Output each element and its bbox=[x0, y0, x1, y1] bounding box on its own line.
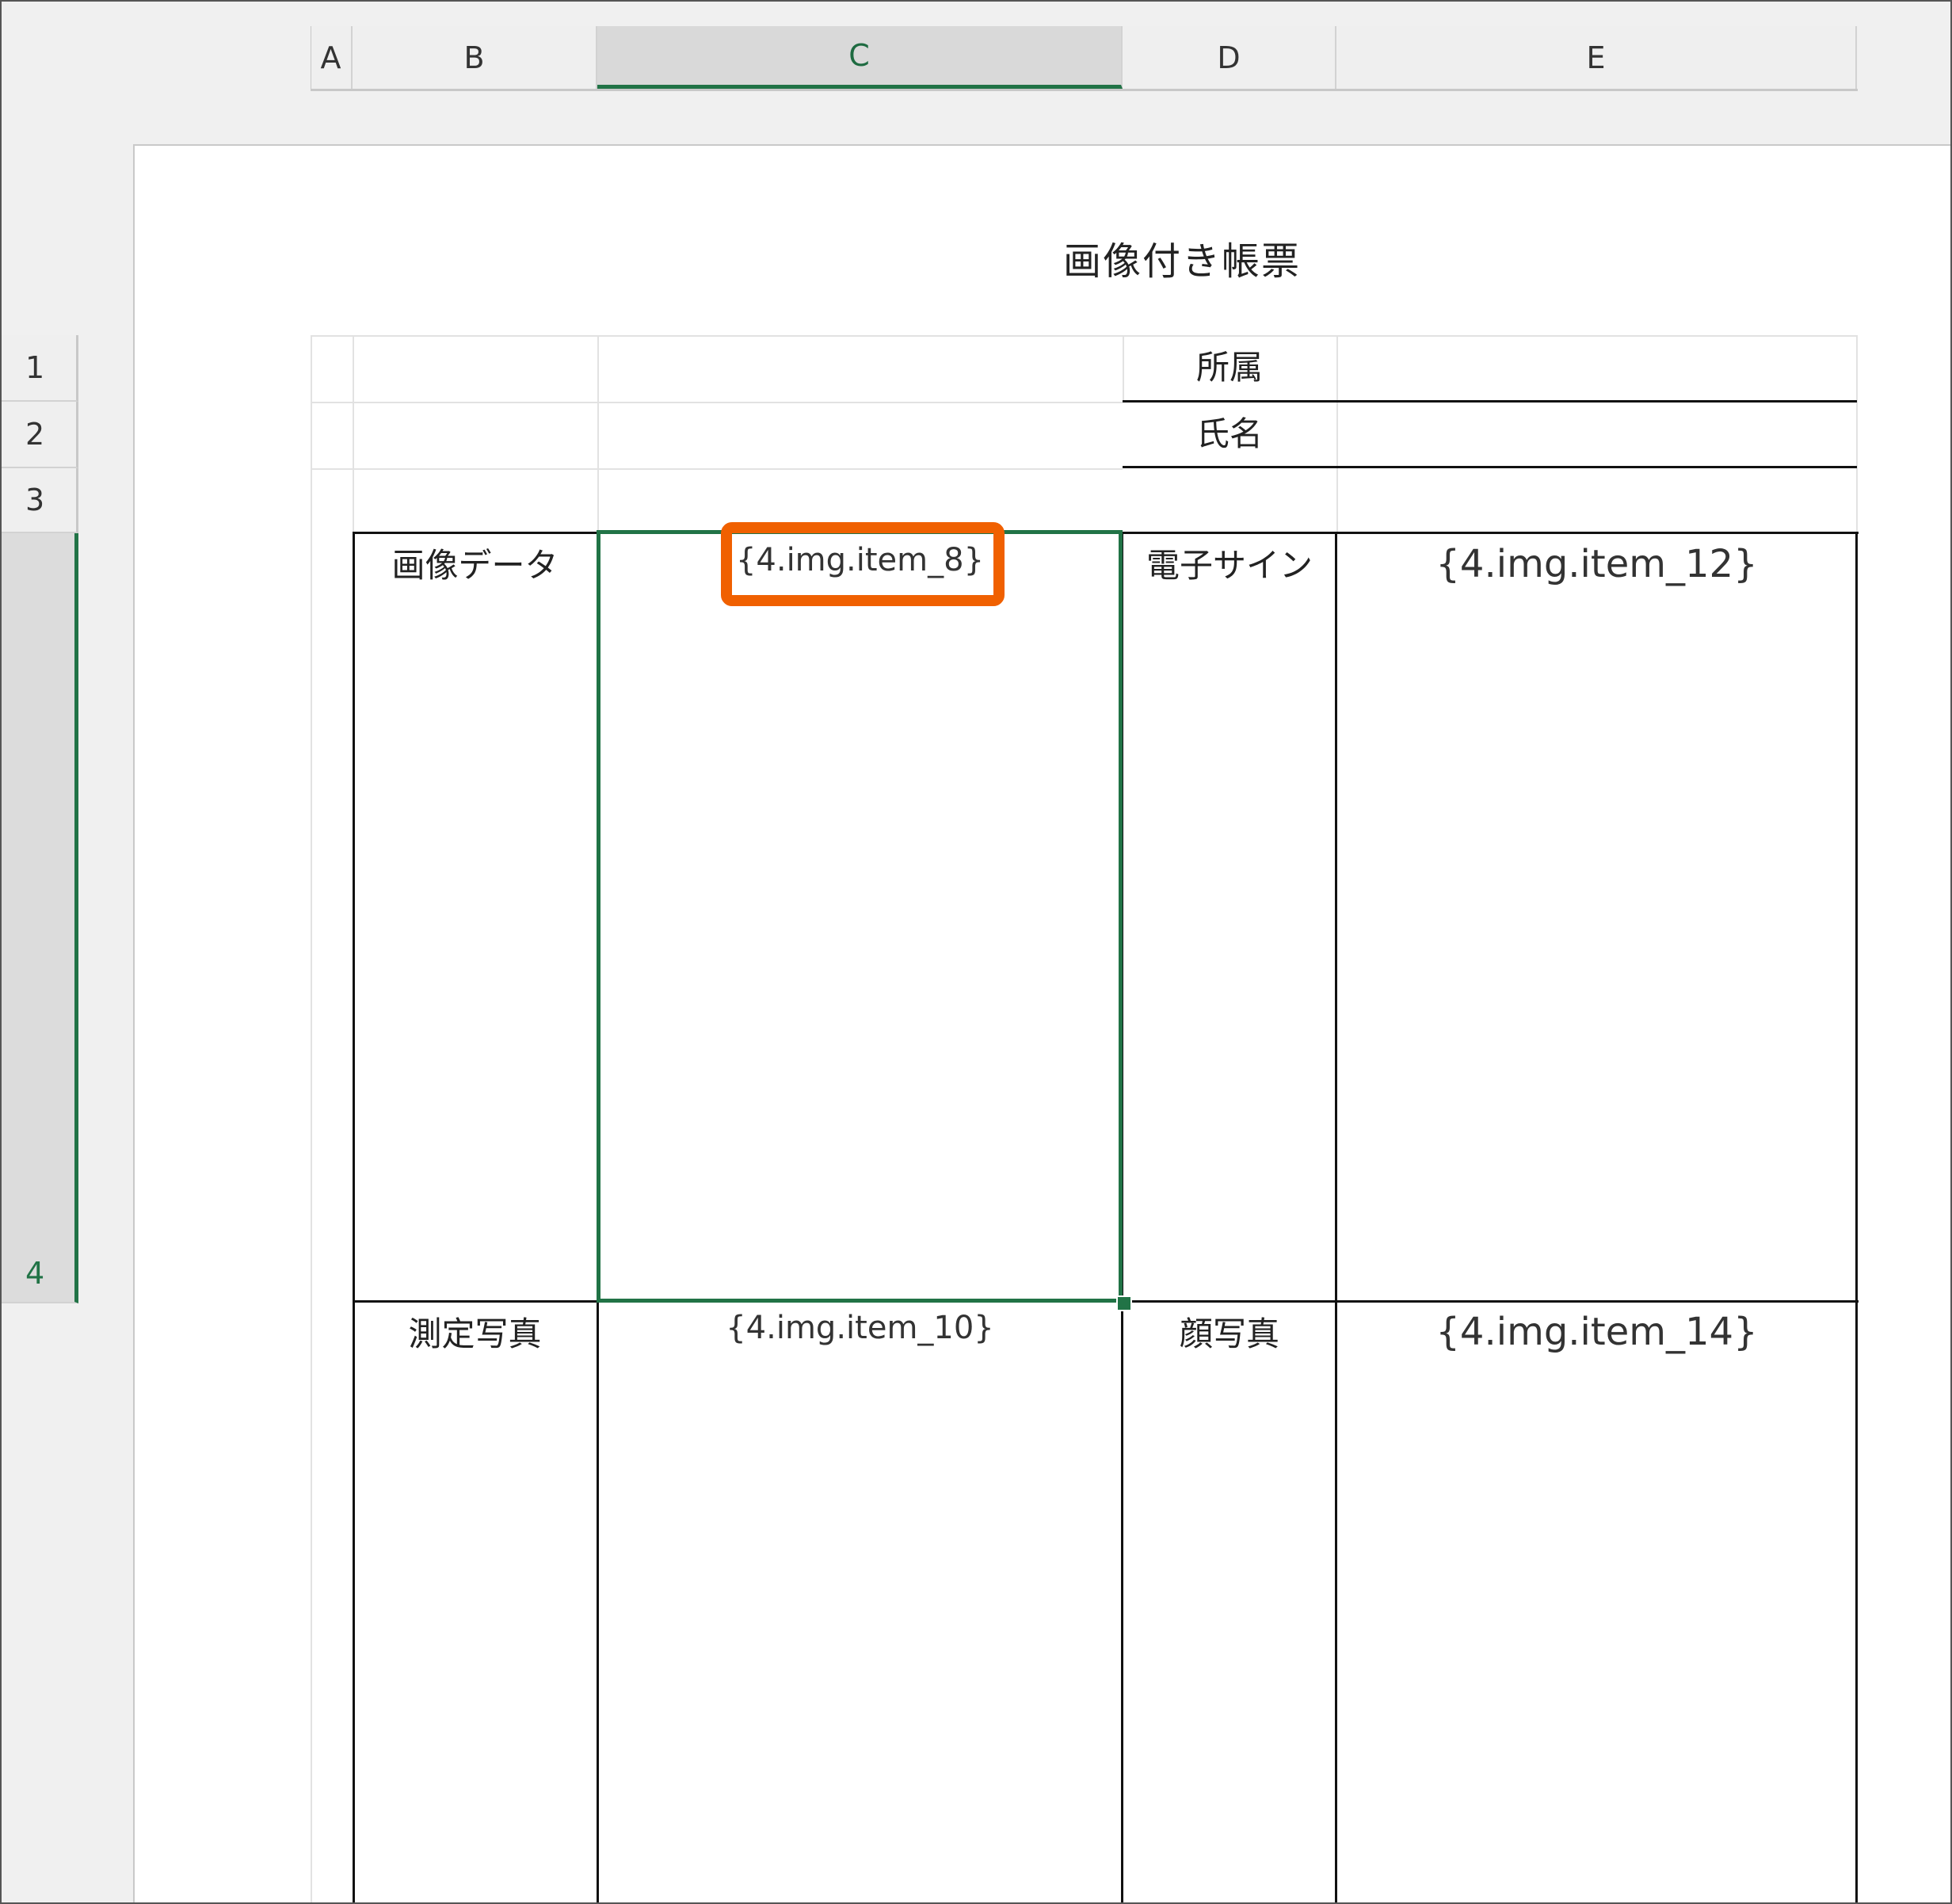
column-header-b[interactable]: B bbox=[353, 26, 597, 89]
row-header-3-label: 3 bbox=[25, 483, 45, 517]
table-border-right bbox=[1855, 532, 1858, 1902]
row-header-1-label: 1 bbox=[25, 350, 45, 385]
column-header-d-label: D bbox=[1217, 40, 1241, 75]
cell-b5-measure-photo-label[interactable]: 測定写真 bbox=[353, 1307, 597, 1356]
fill-handle[interactable] bbox=[1116, 1295, 1132, 1311]
cell-d2-name-label[interactable]: 氏名 bbox=[1123, 407, 1336, 456]
callout-highlight-box bbox=[721, 522, 1005, 606]
gridline bbox=[311, 402, 1123, 403]
gridline bbox=[1856, 335, 1858, 533]
cell-b4-image-data-label[interactable]: 画像データ bbox=[353, 539, 597, 587]
column-header-d[interactable]: D bbox=[1123, 26, 1336, 89]
row-header-2[interactable]: 2 bbox=[2, 402, 78, 468]
column-header-b-label: B bbox=[463, 40, 485, 75]
cell-d1-affiliation-label[interactable]: 所属 bbox=[1123, 341, 1336, 389]
column-header-e-label: E bbox=[1586, 40, 1606, 75]
column-header-a[interactable]: A bbox=[311, 26, 353, 89]
gridline bbox=[311, 468, 1123, 470]
row-header-1[interactable]: 1 bbox=[2, 335, 78, 402]
column-header-c-label: C bbox=[848, 38, 870, 73]
row-header-4[interactable]: 4 bbox=[2, 533, 78, 1303]
gridline bbox=[311, 335, 312, 1902]
cell-e4-item-12-placeholder[interactable]: {4.img.item_12} bbox=[1336, 542, 1857, 586]
gridline bbox=[311, 335, 1857, 337]
cell-e5-item-14-placeholder[interactable]: {4.img.item_14} bbox=[1336, 1310, 1857, 1354]
spreadsheet-window: A B C D E 1 2 3 4 画像付き帳票 所属 氏名 画像データ {4.… bbox=[0, 0, 1952, 1904]
underline-affiliation bbox=[1123, 400, 1857, 403]
column-header-c[interactable]: C bbox=[597, 26, 1123, 89]
row-header-3[interactable]: 3 bbox=[2, 468, 78, 533]
active-cell-selection[interactable] bbox=[597, 530, 1123, 1303]
row-header-4-label: 4 bbox=[25, 1256, 45, 1291]
gridline bbox=[597, 335, 599, 533]
table-border-left bbox=[353, 532, 355, 1902]
table-border-d-e bbox=[1335, 532, 1337, 1902]
gridline bbox=[1336, 335, 1338, 533]
column-header-a-label: A bbox=[320, 40, 341, 75]
cell-d4-e-sign-label[interactable]: 電子サイン bbox=[1123, 539, 1336, 587]
gridline bbox=[353, 335, 354, 533]
cell-c5-item-10-placeholder[interactable]: {4.img.item_10} bbox=[597, 1310, 1123, 1346]
cell-d5-face-photo-label[interactable]: 顔写真 bbox=[1123, 1307, 1336, 1356]
underline-name bbox=[1123, 466, 1857, 468]
page-title: 画像付き帳票 bbox=[1062, 239, 1301, 284]
row-header-2-label: 2 bbox=[25, 417, 45, 452]
column-header-e[interactable]: E bbox=[1336, 26, 1857, 89]
